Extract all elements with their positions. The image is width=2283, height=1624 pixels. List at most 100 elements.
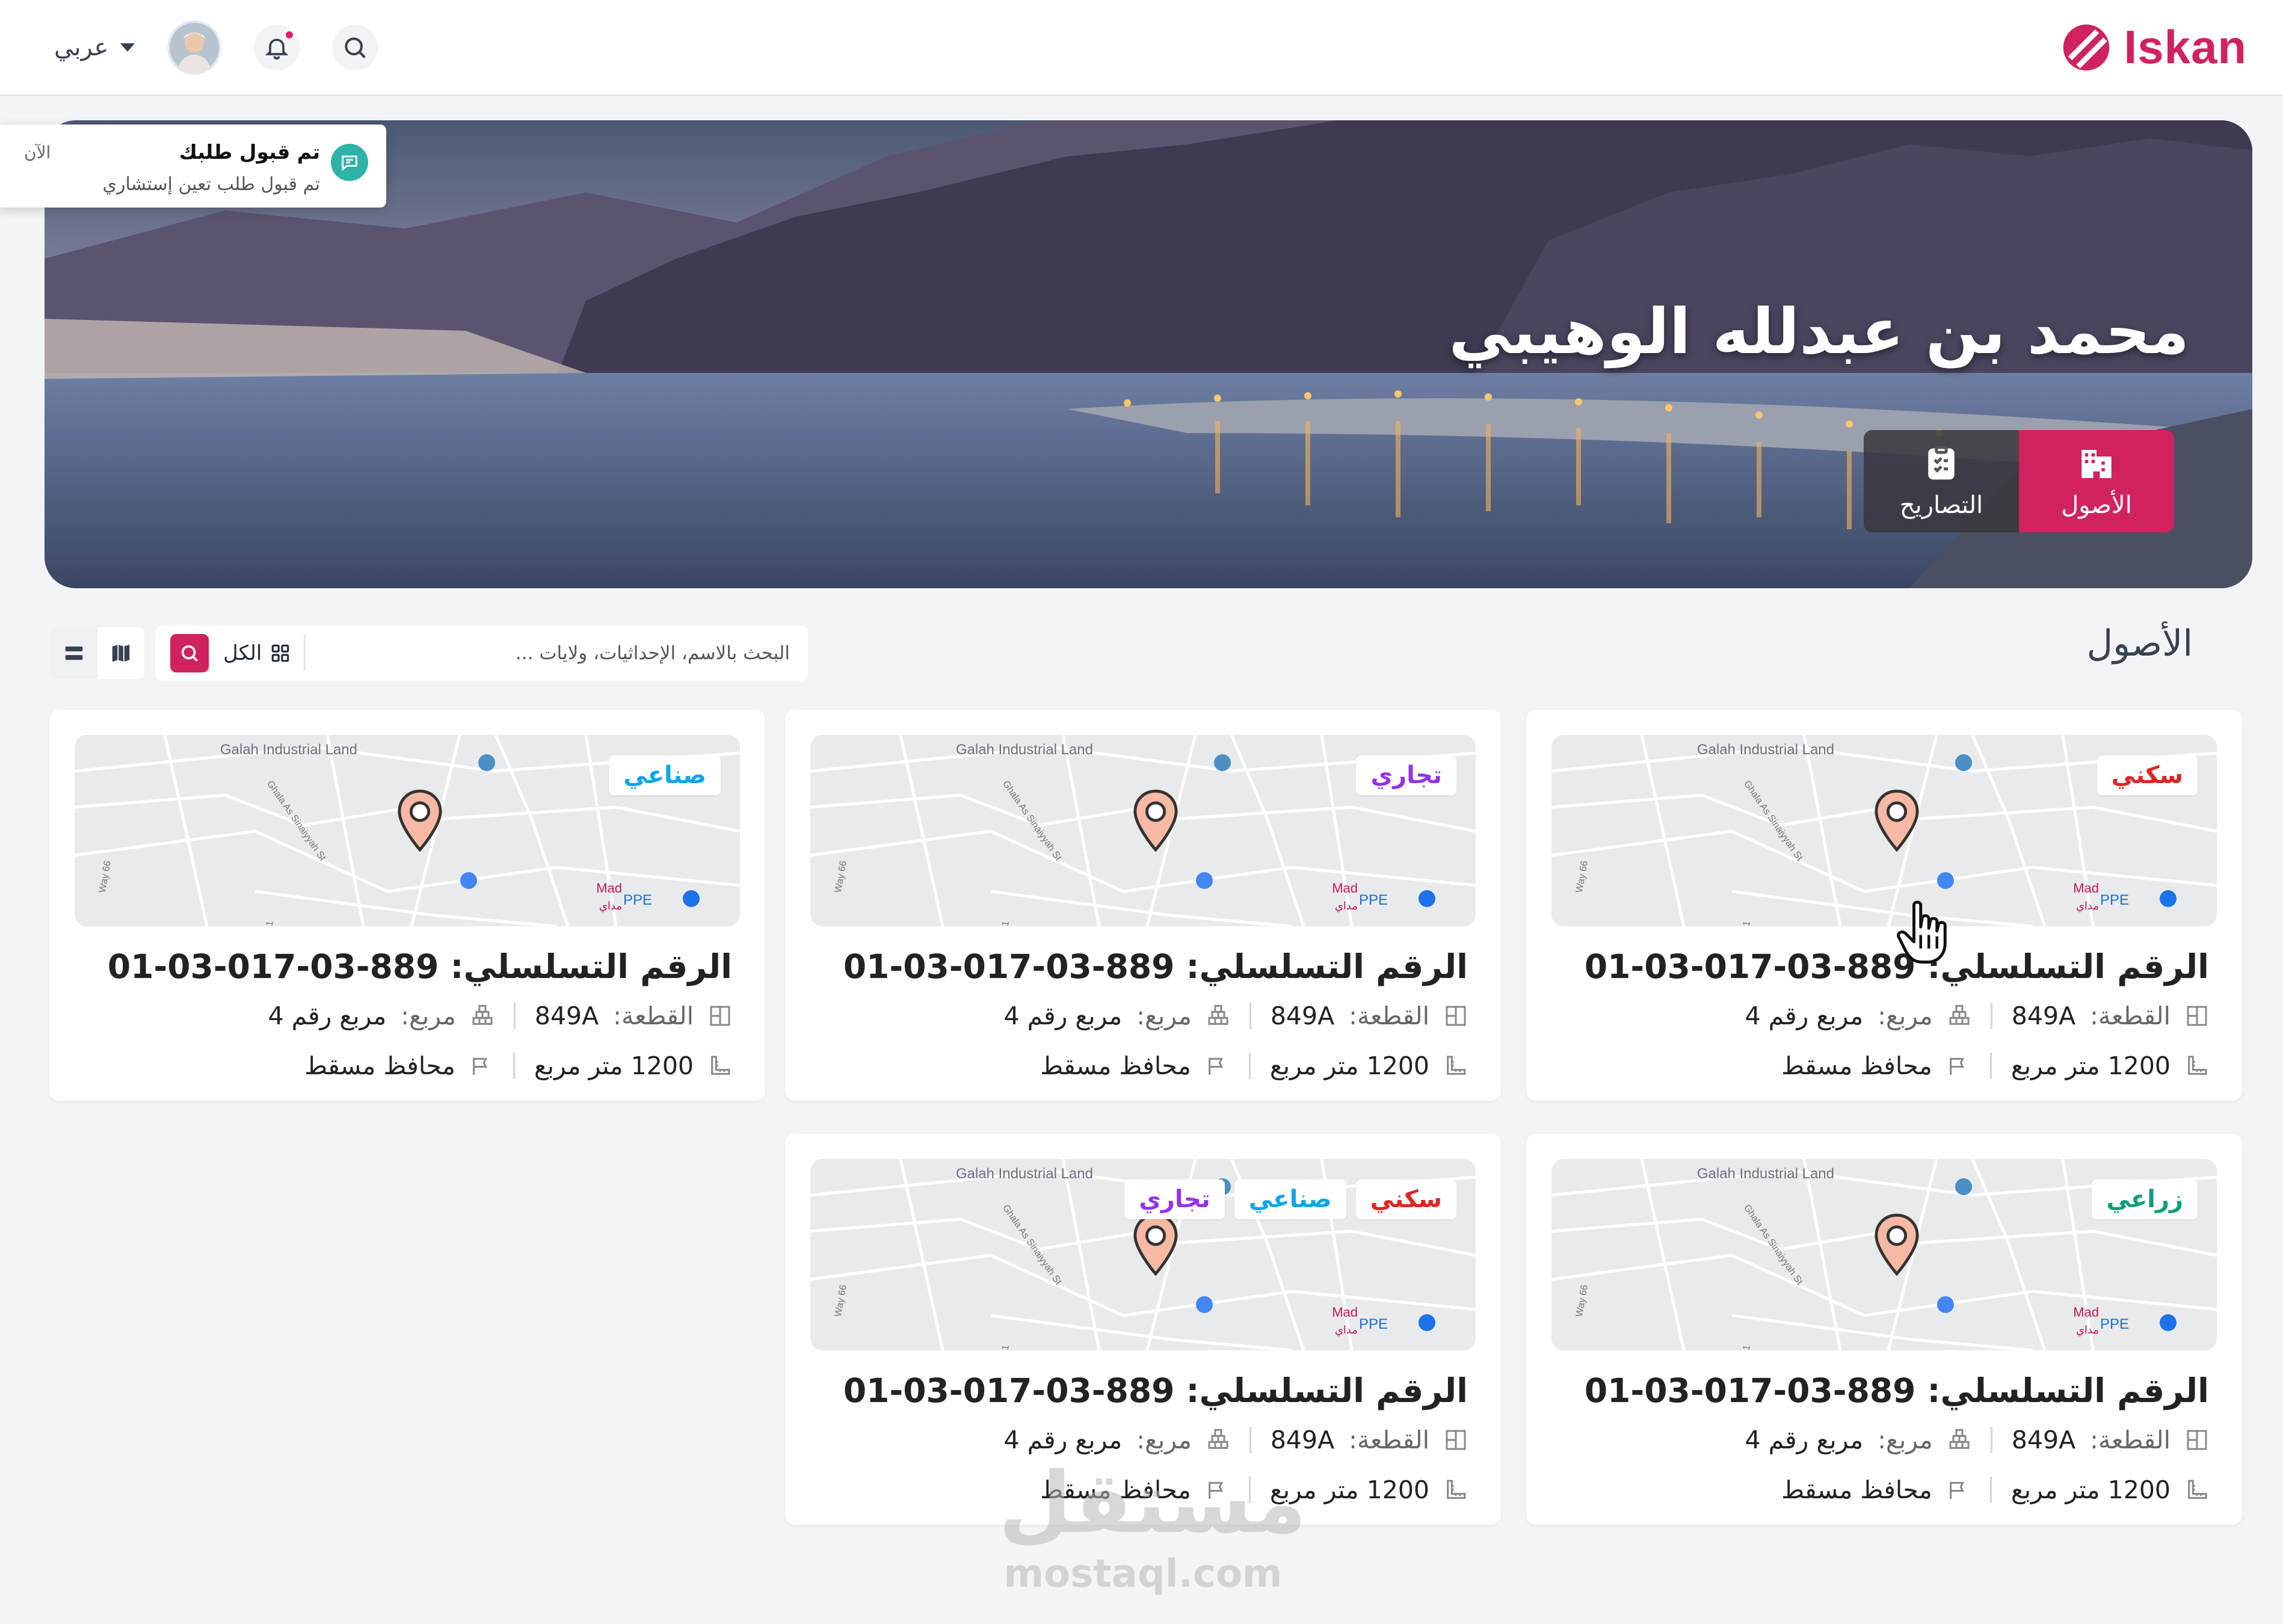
svg-text:PPE: PPE [1359,1316,1388,1332]
asset-map-thumbnail[interactable]: Galah Industrial Land Ghala As Sinaiyyah… [1551,1159,2217,1350]
area-value: 1200 متر مربع [2010,1051,2171,1080]
caret-down-icon [120,43,135,52]
notification-dot [284,29,295,40]
separator [1990,1427,1992,1453]
search-input[interactable]: البحث بالاسم، الإحداثيات، ولايات ... [313,642,790,664]
separator [1990,1003,1992,1029]
watermark: مستقل mostaql.com [999,1462,1307,1597]
plot-value: 849A [534,1001,599,1030]
separator [1989,1053,1992,1079]
flag-icon [1949,1057,1964,1075]
toast-time: الآن [24,143,51,162]
asset-type-tag: صناعي [1234,1180,1346,1219]
asset-area-row: 1200 متر مربع محافظ مسقط [1781,1051,2209,1080]
brand-logo[interactable]: Iskan [2059,20,2247,75]
block-value: مربع رقم 4 [1745,1001,1864,1030]
separator [1989,1477,1992,1503]
grid-icon [272,644,289,662]
asset-type-tags: سكني [2097,755,2198,795]
svg-text:PPE: PPE [623,892,652,908]
map-place-label: Galah Industrial Land [956,742,1093,758]
asset-serial-number: الرقم التسلسلي: 889-03-017-03-01 [107,947,732,986]
map-view-button[interactable] [97,627,144,679]
top-navbar: عربي Iskan [0,0,2283,96]
asset-type-tags: زراعي [2092,1180,2198,1219]
tab-permits-label: التصاريح [1899,491,1983,519]
ruler-icon [1447,1056,1466,1075]
block-icon [1949,1004,1970,1025]
hero-tabs: الأصول التصاريح [1864,430,2174,532]
toast-body: تم قبول طلب تعين إستشاري [102,174,320,195]
section-title: الأصول [2086,623,2193,665]
watermark-url: mostaql.com [1003,1552,1283,1596]
asset-map-thumbnail[interactable]: Galah Industrial Land Ghala As Sinaiyyah… [75,735,740,926]
notification-toast[interactable]: تم قبول طلبك تم قبول طلب تعين إستشاري ال… [0,125,386,208]
search-button[interactable] [332,24,378,70]
location-pin-icon [1133,1213,1178,1276]
map-icon [112,644,130,662]
svg-text:Mad: Mad [2073,1305,2099,1320]
block-icon [1949,1429,1970,1449]
asset-type-tag: تجاري [1124,1180,1225,1219]
area-value: 1200 متر مربع [1269,1051,1429,1080]
notifications-button[interactable] [254,24,300,70]
language-label: عربي [54,33,109,61]
tab-assets[interactable]: الأصول [2019,430,2174,532]
asset-card[interactable]: Galah Industrial Land Ghala As Sinaiyyah… [785,710,1501,1101]
asset-plot-row: القطعة: 849A مربع: مربع رقم 4 [1745,1426,2209,1454]
building-icon [2081,450,2112,478]
svg-text:PPE: PPE [2100,892,2129,908]
list-icon [65,646,83,660]
asset-card[interactable]: Galah Industrial Land Ghala As Sinaiyyah… [1526,710,2242,1101]
svg-text:مداي: مداي [2076,1324,2099,1336]
asset-area-row: 1200 متر مربع محافظ مسقط [1040,1051,1468,1080]
asset-type-tag: سكني [2097,755,2198,795]
plot-value: 849A [1270,1426,1335,1454]
hand-pointer-cursor-icon [1897,900,1947,964]
block-icon [1208,1004,1228,1025]
plot-label: القطعة: [2090,1001,2171,1030]
svg-text:مداي: مداي [2076,900,2099,912]
asset-serial-number: الرقم التسلسلي: 889-03-017-03-01 [843,947,1468,986]
svg-text:مداي: مداي [1335,1324,1358,1336]
asset-area-row: 1200 متر مربع محافظ مسقط [1781,1475,2209,1504]
user-avatar[interactable] [167,20,222,75]
svg-text:مداي: مداي [1335,900,1358,912]
ruler-icon [2188,1056,2207,1075]
asset-area-row: 1200 متر مربع محافظ مسقط [304,1051,732,1080]
iskan-logo-icon [2063,24,2109,70]
plot-label: القطعة: [1349,1426,1429,1454]
asset-serial-number: الرقم التسلسلي: 889-03-017-03-01 [843,1371,1468,1410]
list-view-button[interactable] [51,627,97,679]
block-label: مربع: [401,1001,456,1030]
location-pin-icon [1133,789,1178,852]
asset-type-tag: تجاري [1356,755,1456,795]
tab-permits[interactable]: التصاريح [1864,430,2019,532]
asset-map-thumbnail[interactable]: Galah Industrial Land Ghala As Sinaiyyah… [810,735,1476,926]
asset-type-tags: صناعي [609,755,721,795]
asset-card[interactable]: Galah Industrial Land Ghala As Sinaiyyah… [1526,1134,2242,1525]
governorate-value: محافظ مسقط [1781,1051,1932,1080]
block-label: مربع: [1878,1001,1933,1030]
ruler-icon [711,1056,730,1075]
plot-label: القطعة: [613,1001,694,1030]
block-value: مربع رقم 4 [268,1001,387,1030]
tab-assets-label: الأصول [2061,491,2132,519]
block-icon [1208,1429,1228,1449]
asset-map-thumbnail[interactable]: Galah Industrial Land Ghala As Sinaiyyah… [810,1159,1476,1350]
governorate-value: محافظ مسقط [1040,1051,1191,1080]
owner-name: محمد بن عبدلله الوهيبي [1449,295,2189,368]
asset-type-tags: تجاري [1356,755,1456,795]
search-submit-button[interactable] [170,634,209,672]
search-icon [345,37,366,58]
asset-map-thumbnail[interactable]: Galah Industrial Land Ghala As Sinaiyyah… [1551,735,2217,926]
location-pin-icon [1875,789,1919,852]
search-icon [181,645,199,662]
asset-card[interactable]: Galah Industrial Land Ghala As Sinaiyyah… [49,710,765,1101]
svg-text:Mad: Mad [596,881,622,896]
asset-plot-row: القطعة: 849A مربع: مربع رقم 4 [1745,1001,2209,1030]
separator [513,1053,515,1079]
filter-dropdown[interactable]: الكل [217,641,297,665]
language-selector[interactable]: عربي [54,34,135,61]
location-pin-icon [1875,1213,1919,1276]
